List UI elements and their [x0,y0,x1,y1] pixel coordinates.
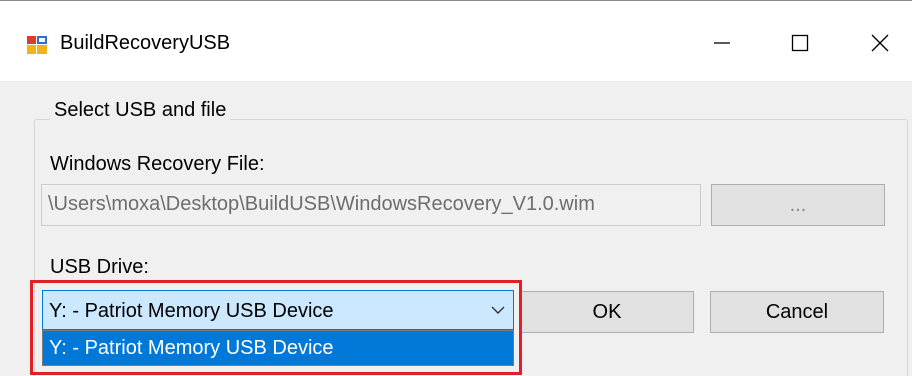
recovery-file-path-input[interactable]: \Users\moxa\Desktop\BuildUSB\WindowsReco… [41,184,701,226]
usb-drive-selected-value: Y: - Patriot Memory USB Device [49,300,334,322]
maximize-icon [791,34,809,52]
ok-button[interactable]: OK [520,291,694,333]
usb-drive-dropdown-list: Y: - Patriot Memory USB Device [42,330,514,366]
usb-drive-option[interactable]: Y: - Patriot Memory USB Device [43,331,513,365]
chevron-down-icon[interactable] [489,301,507,319]
minimize-button[interactable] [692,23,752,63]
maximize-button[interactable] [770,23,830,63]
minimize-icon [714,42,730,44]
browse-button[interactable]: ... [711,184,885,226]
close-icon [871,34,889,52]
app-window-icon [26,35,48,55]
groupbox-legend: Select USB and file [50,99,231,122]
cancel-button[interactable]: Cancel [710,291,884,333]
title-bar[interactable]: BuildRecoveryUSB [0,1,912,81]
close-button[interactable] [850,23,910,63]
window-title: BuildRecoveryUSB [60,32,231,54]
usb-drive-label: USB Drive: [50,256,149,278]
usb-drive-select[interactable]: Y: - Patriot Memory USB Device [42,290,514,330]
build-recovery-usb-window: BuildRecoveryUSB Select USB and file Win… [0,0,912,376]
recovery-file-label: Windows Recovery File: [50,153,265,175]
